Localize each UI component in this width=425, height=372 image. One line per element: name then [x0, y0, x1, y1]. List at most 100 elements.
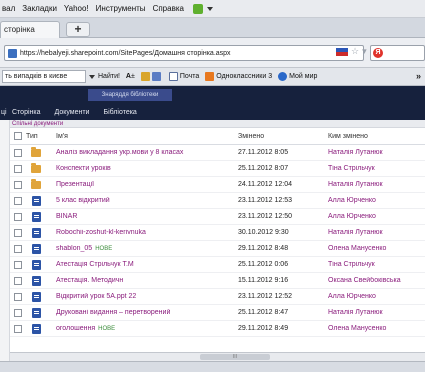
column-header-modified[interactable]: Змінено	[238, 133, 328, 140]
column-header-name[interactable]: Ім'я	[46, 133, 238, 140]
document-link[interactable]: Презентації	[56, 181, 94, 188]
modified-by-cell: Алла Юрченко	[328, 213, 425, 220]
type-cell	[26, 195, 46, 206]
menu-item-help[interactable]: Справка	[153, 4, 184, 13]
row-select-cell	[10, 196, 26, 205]
document-link[interactable]: Атестація Стрільчук Т.М	[56, 261, 134, 268]
highlight-button[interactable]	[140, 72, 163, 81]
user-link[interactable]: Наталія Лутанюк	[328, 309, 383, 316]
yandex-search-icon: Я	[373, 48, 383, 58]
modified-date: 27.11.2012 8:05	[238, 149, 289, 156]
table-row[interactable]: Атестація. Методичн 15.11.2012 9:16 Оксана…	[10, 273, 425, 289]
select-all-checkbox[interactable]	[14, 132, 22, 140]
bookmarks-toolbar: ть випадків в києве Найти! A ± Почта Одно…	[0, 68, 425, 86]
table-row[interactable]: shablon_05 НОВЕ 29.11.2012 8:48 Олена Манус…	[10, 241, 425, 257]
tab-documents[interactable]: Документи	[55, 109, 90, 116]
modified-by-cell: Алла Юрченко	[328, 293, 425, 300]
user-link[interactable]: Наталія Лутанюк	[328, 149, 383, 156]
bookmark-odnoklassniki[interactable]: Одноклассники 3	[205, 72, 272, 81]
modified-by-cell: Тіна Стрільчук	[328, 165, 425, 172]
user-link[interactable]: Олена Манусенко	[328, 325, 386, 332]
user-link[interactable]: Тіна Стрільчук	[328, 261, 375, 268]
more-bookmarks-chevron-icon[interactable]: »	[416, 71, 421, 81]
row-checkbox[interactable]	[14, 324, 22, 333]
document-link[interactable]: shablon_05	[56, 245, 92, 252]
document-link[interactable]: оголошення	[56, 325, 95, 332]
row-checkbox[interactable]	[14, 228, 22, 237]
row-checkbox[interactable]	[14, 308, 22, 317]
table-row[interactable]: 5 клас відкритий 23.11.2012 12:53 Алла Юрч…	[10, 193, 425, 209]
table-row[interactable]: Презентації 24.11.2012 12:04 Наталія Лутан…	[10, 177, 425, 193]
table-row[interactable]: Атестація Стрільчук Т.М 25.11.2012 0:06 Ті…	[10, 257, 425, 273]
table-row[interactable]: Robochii-zoshut-kl-kerivnuka 30.10.2012 9…	[10, 225, 425, 241]
address-bar[interactable]: https://hebalyeji.sharepoint.com/SitePag…	[4, 45, 364, 61]
scrollbar-grip: III	[232, 354, 238, 360]
bookmark-mail[interactable]: Почта	[168, 72, 199, 81]
menu-item-yahoo[interactable]: Yahoo!	[64, 4, 89, 13]
modified-by-cell: Олена Манусенко	[328, 325, 425, 332]
menu-item-bookmarks[interactable]: Закладки	[22, 4, 57, 13]
row-checkbox[interactable]	[14, 164, 22, 173]
name-cell: Robochii-zoshut-kl-kerivnuka	[46, 229, 238, 236]
modified-date: 25.11.2012 8:07	[238, 165, 289, 172]
row-checkbox[interactable]	[14, 148, 22, 157]
table-row[interactable]: BINAR 23.11.2012 12:50 Алла Юрченко	[10, 209, 425, 225]
name-cell: Презентації	[46, 181, 238, 188]
document-link[interactable]: Конспекти уроків	[56, 165, 111, 172]
document-link[interactable]: 5 клас відкритий	[56, 197, 110, 204]
user-link[interactable]: Алла Юрченко	[328, 213, 376, 220]
modified-date: 24.11.2012 12:04	[238, 181, 292, 188]
row-checkbox[interactable]	[14, 276, 22, 285]
table-row[interactable]: Конспекти уроків 25.11.2012 8:07 Тіна Стрі…	[10, 161, 425, 177]
bookmark-star-icon[interactable]: ☆	[351, 46, 359, 57]
browser-tab[interactable]: сторінка	[0, 21, 60, 38]
row-select-cell	[10, 308, 26, 317]
row-checkbox[interactable]	[14, 260, 22, 269]
document-link[interactable]: Друковані видання – перетворений	[56, 309, 170, 316]
user-link[interactable]: Алла Юрченко	[328, 293, 376, 300]
document-link[interactable]: Robochii-zoshut-kl-kerivnuka	[56, 229, 146, 236]
user-link[interactable]: Наталія Лутанюк	[328, 229, 383, 236]
tab-library[interactable]: Бібліотека	[103, 109, 136, 116]
menu-item-tools[interactable]: Инструменты	[96, 4, 146, 13]
table-row[interactable]: Аналіз викладання укр.мови у 8 класах 27.…	[10, 145, 425, 161]
dropdown-arrow-icon[interactable]: ▾	[362, 46, 367, 57]
bookmark-moimir[interactable]: Мой мир	[278, 72, 317, 81]
document-link[interactable]: Атестація. Методичн	[56, 277, 123, 284]
modified-by-cell: Наталія Лутанюк	[328, 309, 425, 316]
user-link[interactable]: Олена Манусенко	[328, 245, 386, 252]
document-link[interactable]: Відкритий урок 5А.ppt 22	[56, 293, 136, 300]
row-checkbox[interactable]	[14, 212, 22, 221]
row-checkbox[interactable]	[14, 196, 22, 205]
user-link[interactable]: Алла Юрченко	[328, 197, 376, 204]
name-cell: shablon_05 НОВЕ	[46, 245, 238, 252]
row-checkbox[interactable]	[14, 244, 22, 253]
horizontal-scrollbar[interactable]: III	[10, 352, 425, 361]
user-link[interactable]: Наталія Лутанюк	[328, 181, 383, 188]
column-header-type[interactable]: Тип	[26, 133, 46, 140]
row-checkbox[interactable]	[14, 180, 22, 189]
tab-page[interactable]: Сторінка	[12, 109, 41, 116]
table-row[interactable]: оголошення НОВЕ 29.11.2012 8:49 Олена Манус…	[10, 321, 425, 337]
folder-icon	[31, 178, 41, 189]
toolbar-search-input[interactable]: ть випадків в києве	[2, 70, 86, 83]
new-tab-button[interactable]: +	[66, 22, 90, 37]
font-size-button[interactable]: A ±	[126, 73, 135, 80]
user-link[interactable]: Тіна Стрільчук	[328, 165, 375, 172]
document-link[interactable]: Аналіз викладання укр.мови у 8 класах	[56, 149, 183, 156]
row-checkbox[interactable]	[14, 292, 22, 301]
addon-icon[interactable]	[192, 3, 203, 14]
document-link[interactable]: BINAR	[56, 213, 77, 220]
chevron-down-icon[interactable]	[206, 6, 213, 11]
scrollbar-thumb[interactable]: III	[200, 354, 270, 360]
find-button[interactable]: Найти!	[89, 73, 120, 80]
type-cell	[26, 178, 46, 189]
search-box[interactable]: Я	[370, 45, 425, 61]
table-row[interactable]: Відкритий урок 5А.ppt 22 23.11.2012 12:52…	[10, 289, 425, 305]
user-link[interactable]: Оксана Свейбоківська	[328, 277, 401, 284]
language-flag-icon[interactable]	[336, 47, 348, 56]
column-header-modified-by[interactable]: Ким змінено	[328, 133, 425, 140]
menu-item-view[interactable]: вал	[2, 4, 15, 13]
table-row[interactable]: Друковані видання – перетворений 25.11.20…	[10, 305, 425, 321]
row-select-cell	[10, 228, 26, 237]
